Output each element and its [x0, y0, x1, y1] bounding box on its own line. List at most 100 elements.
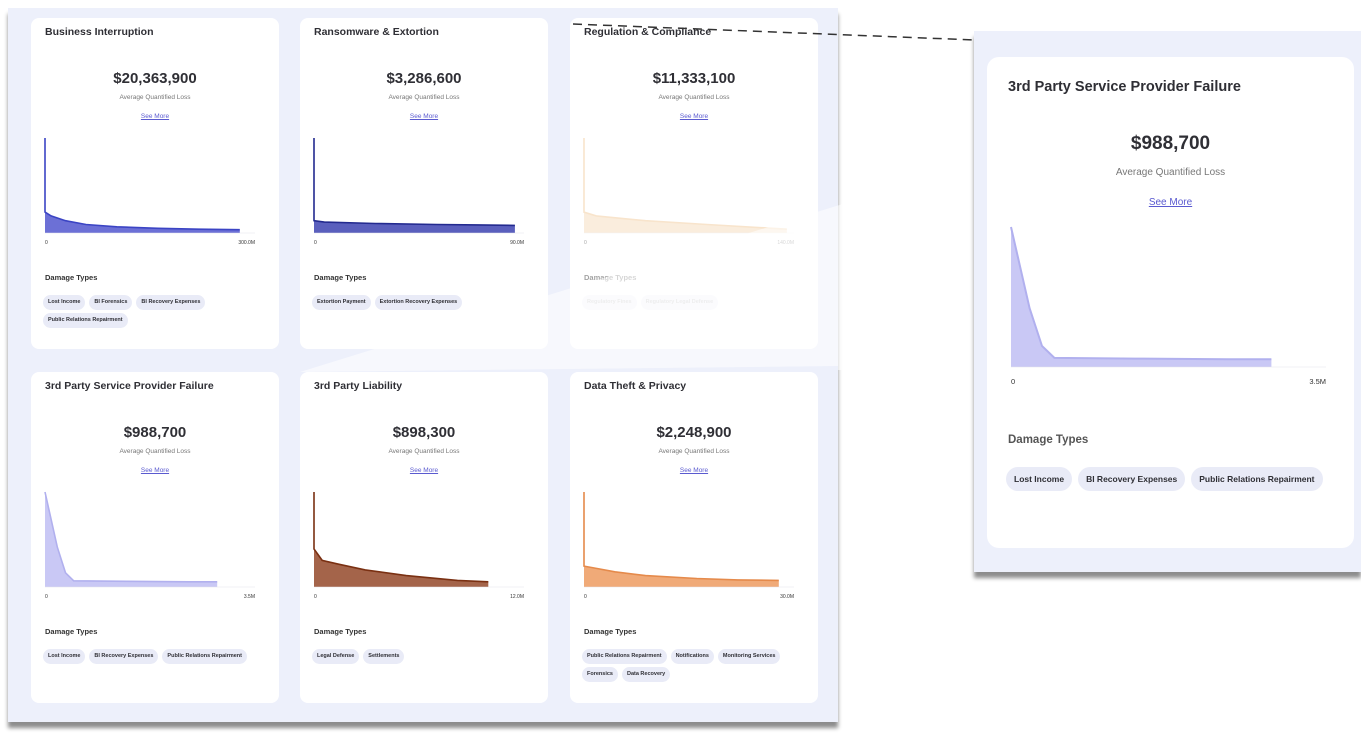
loss-amount: $11,333,100 — [652, 70, 736, 87]
damage-tag[interactable]: Extortion Payment — [312, 295, 371, 310]
damage-types-heading: Damage Types — [45, 273, 98, 282]
card-data-theft-privacy: Data Theft & Privacy $2,248,900 Average … — [570, 372, 818, 703]
damage-tag[interactable]: Public Relations Repairment — [43, 313, 128, 328]
damage-tags: Lost Income BI Recovery Expenses Public … — [1006, 467, 1336, 491]
x-tick-label: 12.0M — [510, 594, 524, 600]
damage-types-heading: Damage Types — [584, 627, 637, 636]
distribution-area — [1011, 227, 1272, 367]
loss-subtitle: Average Quantified Loss — [658, 94, 730, 101]
damage-tag[interactable]: BI Recovery Expenses — [136, 295, 206, 310]
x-tick-label: 140.0M — [777, 240, 794, 246]
damage-tag[interactable]: Public Relations Repairment — [162, 649, 247, 664]
zoomed-card-third-party-provider-failure: 3rd Party Service Provider Failure $988,… — [987, 57, 1354, 548]
x-tick-label: 0 — [584, 594, 587, 600]
damage-tag[interactable]: Notifications — [670, 649, 714, 664]
damage-tag[interactable]: Data Recovery — [621, 667, 671, 682]
damage-tag[interactable]: Lost Income — [43, 649, 86, 664]
damage-tag[interactable]: Legal Defense — [312, 649, 360, 664]
card-regulation-compliance: Regulation & Compliance $11,333,100 Aver… — [570, 18, 818, 349]
see-more-link[interactable]: See More — [570, 113, 818, 120]
x-tick-label: 0 — [314, 594, 317, 600]
damage-tag[interactable]: Lost Income — [1006, 467, 1073, 491]
damage-tags: Legal Defense Settlements — [312, 649, 537, 664]
card-title: Ransomware & Extortion — [314, 26, 439, 38]
x-tick-label: 3.5M — [1309, 377, 1326, 386]
damage-tag[interactable]: BI Recovery Expenses — [1078, 467, 1186, 491]
damage-types-heading: Damage Types — [314, 627, 367, 636]
damage-tag[interactable]: Regulatory Fines — [582, 295, 637, 310]
damage-tags: Regulatory Fines Regulatory Legal Defens… — [582, 295, 807, 310]
damage-tag[interactable]: BI Recovery Expenses — [89, 649, 159, 664]
see-more-link[interactable]: See More — [31, 113, 279, 120]
loss-subtitle: Average Quantified Loss — [658, 448, 730, 455]
loss-distribution-chart: 0 3.5M — [1010, 226, 1326, 386]
see-more-link[interactable]: See More — [31, 467, 279, 474]
distribution-line — [44, 138, 240, 231]
damage-tags: Public Relations Repairment Notification… — [582, 649, 807, 682]
x-tick-label: 0 — [1011, 377, 1015, 386]
card-title: 3rd Party Service Provider Failure — [45, 380, 214, 392]
distribution-area — [45, 492, 218, 587]
loss-amount: $2,248,900 — [656, 424, 732, 441]
x-tick-label: 0 — [45, 594, 48, 600]
damage-types-heading: Damage Types — [45, 627, 98, 636]
damage-tag[interactable]: Public Relations Repairment — [582, 649, 667, 664]
card-title: 3rd Party Service Provider Failure — [1008, 79, 1241, 95]
see-more-link[interactable]: See More — [300, 113, 548, 120]
dashboard-panel: Business Interruption $20,363,900 Averag… — [8, 8, 838, 722]
card-title: Regulation & Compliance — [584, 26, 712, 38]
distribution-line — [313, 138, 515, 227]
loss-amount: $988,700 — [123, 424, 187, 441]
damage-tag[interactable]: Extortion Recovery Expenses — [374, 295, 463, 310]
card-title: Business Interruption — [45, 26, 154, 38]
loss-subtitle: Average Quantified Loss — [119, 448, 191, 455]
damage-tags: Extortion Payment Extortion Recovery Exp… — [312, 295, 537, 310]
card-business-interruption: Business Interruption $20,363,900 Averag… — [31, 18, 279, 349]
loss-amount: $20,363,900 — [113, 70, 197, 87]
loss-distribution-chart: 0 90.0M — [313, 138, 524, 246]
loss-subtitle: Average Quantified Loss — [388, 94, 460, 101]
loss-distribution-chart: 0 3.5M — [44, 491, 255, 600]
damage-tags: Lost Income BI Recovery Expenses Public … — [43, 649, 268, 664]
card-title: Data Theft & Privacy — [584, 380, 687, 392]
see-more-link[interactable]: See More — [987, 197, 1354, 208]
x-tick-label: 90.0M — [510, 240, 524, 246]
damage-tag[interactable]: BI Forensics — [89, 295, 133, 310]
loss-amount: $988,700 — [1130, 133, 1211, 154]
distribution-area — [314, 138, 515, 233]
loss-amount: $3,286,600 — [386, 70, 462, 87]
distribution-area — [584, 138, 787, 233]
loss-amount: $898,300 — [392, 424, 456, 441]
distribution-line — [44, 491, 218, 583]
distribution-line — [583, 138, 787, 230]
loss-subtitle: Average Quantified Loss — [388, 448, 460, 455]
see-more-link[interactable]: See More — [570, 467, 818, 474]
loss-distribution-chart: 0 30.0M — [583, 492, 794, 600]
distribution-line — [1010, 226, 1272, 361]
card-third-party-provider-failure: 3rd Party Service Provider Failure $988,… — [31, 372, 279, 703]
see-more-link[interactable]: See More — [300, 467, 548, 474]
distribution-area — [45, 138, 240, 233]
card-ransomware-extortion: Ransomware & Extortion $3,286,600 Averag… — [300, 18, 548, 349]
damage-tag[interactable]: Lost Income — [43, 295, 86, 310]
damage-tags: Lost Income BI Forensics BI Recovery Exp… — [43, 295, 268, 328]
loss-subtitle: Average Quantified Loss — [1115, 167, 1226, 178]
card-third-party-liability: 3rd Party Liability $898,300 Average Qua… — [300, 372, 548, 703]
damage-tag[interactable]: Settlements — [363, 649, 405, 664]
damage-tag[interactable]: Forensics — [582, 667, 618, 682]
damage-tag[interactable]: Public Relations Repairment — [1191, 467, 1323, 491]
zoom-panel: 3rd Party Service Provider Failure $988,… — [974, 31, 1361, 572]
loss-distribution-chart: 0 300.0M — [44, 138, 255, 246]
damage-tag[interactable]: Regulatory Legal Defense — [640, 295, 719, 310]
damage-types-heading: Damage Types — [314, 273, 367, 282]
loss-distribution-chart: 0 140.0M — [583, 138, 794, 246]
distribution-area — [314, 492, 489, 587]
damage-types-heading: Damage Types — [1008, 434, 1089, 446]
x-tick-label: 30.0M — [780, 594, 794, 600]
x-tick-label: 0 — [584, 240, 587, 246]
x-tick-label: 0 — [314, 240, 317, 246]
damage-tag[interactable]: Monitoring Services — [717, 649, 781, 664]
x-tick-label: 3.5M — [244, 594, 255, 600]
x-tick-label: 300.0M — [238, 240, 255, 246]
distribution-line — [583, 492, 779, 582]
